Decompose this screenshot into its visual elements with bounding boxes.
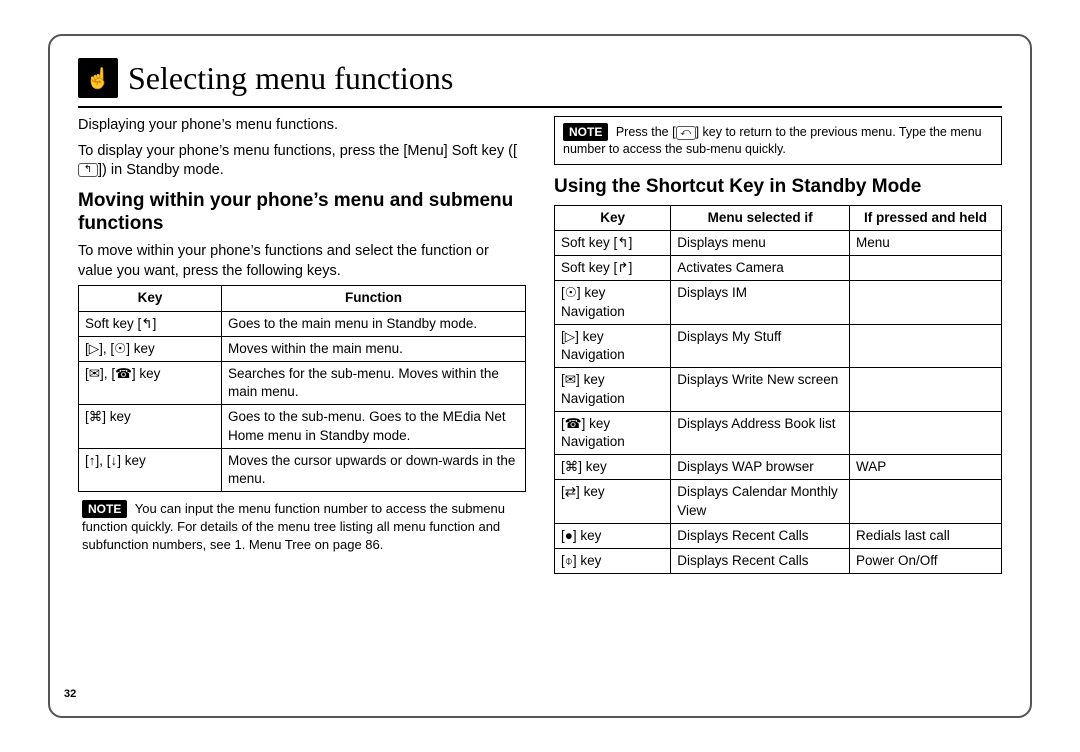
table-row: [▷], [☉] keyMoves within the main menu.: [79, 336, 526, 361]
softkey-left-icon: ↰: [78, 163, 98, 177]
table-row: [↑], [↓] keyMoves the cursor upwards or …: [79, 448, 526, 491]
note-box: NOTE Press the [⤺] key to return to the …: [554, 116, 1002, 165]
cell-function: Goes to the main menu in Standby mode.: [222, 311, 526, 336]
key-function-table: Key Function Soft key [↰]Goes to the mai…: [78, 285, 526, 492]
table-row: Soft key [↱]Activates Camera: [555, 256, 1002, 281]
back-key-icon: ⤺: [676, 126, 696, 140]
th-key: Key: [555, 205, 671, 230]
section-body: To move within your phone’s functions an…: [78, 242, 526, 281]
divider: [78, 106, 1002, 108]
cell-key: [▷] key Navigation: [555, 324, 671, 367]
table-row: [☉] key NavigationDisplays IM: [555, 281, 1002, 324]
note-text: You can input the menu function number t…: [82, 501, 505, 552]
cell-key: [●] key: [555, 523, 671, 548]
cell-menu: Displays Recent Calls: [671, 523, 850, 548]
cell-held: Redials last call: [850, 523, 1002, 548]
cell-menu: Displays Recent Calls: [671, 549, 850, 574]
shortcut-table: Key Menu selected if If pressed and held…: [554, 205, 1002, 575]
table-row: [●] keyDisplays Recent CallsRedials last…: [555, 523, 1002, 548]
cell-held: [850, 411, 1002, 454]
cell-key: [▷], [☉] key: [79, 336, 222, 361]
cell-menu: Displays Address Book list: [671, 411, 850, 454]
cell-held: [850, 281, 1002, 324]
page-number: 32: [64, 688, 76, 700]
cell-menu: Displays Calendar Monthly View: [671, 480, 850, 523]
right-column: NOTE Press the [⤺] key to return to the …: [554, 116, 1002, 574]
table-row: [✉], [☎] keySearches for the sub-menu. M…: [79, 361, 526, 404]
cell-function: Goes to the sub-menu. Goes to the MEdia …: [222, 405, 526, 448]
page-title: Selecting menu functions: [128, 60, 453, 97]
cell-held: Power On/Off: [850, 549, 1002, 574]
cell-key: [⌘] key: [79, 405, 222, 448]
section-heading-moving: Moving within your phone’s menu and subm…: [78, 189, 526, 237]
cell-key: [✉], [☎] key: [79, 361, 222, 404]
th-menu: Menu selected if: [671, 205, 850, 230]
cell-function: Searches for the sub-menu. Moves within …: [222, 361, 526, 404]
table-row: Soft key [↰]Displays menuMenu: [555, 231, 1002, 256]
cell-key: [⌘] key: [555, 455, 671, 480]
table-row: [⌘] keyDisplays WAP browserWAP: [555, 455, 1002, 480]
hand-icon: ☝: [78, 58, 118, 98]
cell-key: Soft key [↰]: [79, 311, 222, 336]
page-header: ☝ Selecting menu functions: [78, 58, 1002, 98]
section-heading-shortcut: Using the Shortcut Key in Standby Mode: [554, 175, 1002, 199]
cell-key: [✉] key Navigation: [555, 368, 671, 411]
cell-menu: Displays menu: [671, 231, 850, 256]
note-label: NOTE: [82, 500, 127, 518]
cell-held: WAP: [850, 455, 1002, 480]
cell-key: [⌽] key: [555, 549, 671, 574]
table-row: Soft key [↰]Goes to the main menu in Sta…: [79, 311, 526, 336]
table-row: [⇄] keyDisplays Calendar Monthly View: [555, 480, 1002, 523]
cell-key: [☎] key Navigation: [555, 411, 671, 454]
cell-key: Soft key [↰]: [555, 231, 671, 256]
cell-held: [850, 256, 1002, 281]
cell-held: [850, 324, 1002, 367]
cell-menu: Activates Camera: [671, 256, 850, 281]
cell-key: Soft key [↱]: [555, 256, 671, 281]
table-row: [☎] key NavigationDisplays Address Book …: [555, 411, 1002, 454]
table-row: [⌽] keyDisplays Recent CallsPower On/Off: [555, 549, 1002, 574]
table-row: [▷] key NavigationDisplays My Stuff: [555, 324, 1002, 367]
cell-menu: Displays IM: [671, 281, 850, 324]
cell-menu: Displays Write New screen: [671, 368, 850, 411]
th-held: If pressed and held: [850, 205, 1002, 230]
intro-text: Displaying your phone’s menu functions.: [78, 116, 526, 136]
cell-key: [☉] key Navigation: [555, 281, 671, 324]
cell-menu: Displays My Stuff: [671, 324, 850, 367]
cell-held: [850, 480, 1002, 523]
cell-held: Menu: [850, 231, 1002, 256]
cell-held: [850, 368, 1002, 411]
cell-function: Moves within the main menu.: [222, 336, 526, 361]
intro-text-2: To display your phone’s menu functions, …: [78, 142, 526, 181]
table-row: [✉] key NavigationDisplays Write New scr…: [555, 368, 1002, 411]
th-function: Function: [222, 286, 526, 311]
cell-key: [⇄] key: [555, 480, 671, 523]
left-column: Displaying your phone’s menu functions. …: [78, 116, 526, 574]
footnote: NOTE You can input the menu function num…: [78, 500, 526, 553]
cell-menu: Displays WAP browser: [671, 455, 850, 480]
cell-function: Moves the cursor upwards or down-wards i…: [222, 448, 526, 491]
table-row: [⌘] keyGoes to the sub-menu. Goes to the…: [79, 405, 526, 448]
th-key: Key: [79, 286, 222, 311]
cell-key: [↑], [↓] key: [79, 448, 222, 491]
note-label: NOTE: [563, 123, 608, 141]
